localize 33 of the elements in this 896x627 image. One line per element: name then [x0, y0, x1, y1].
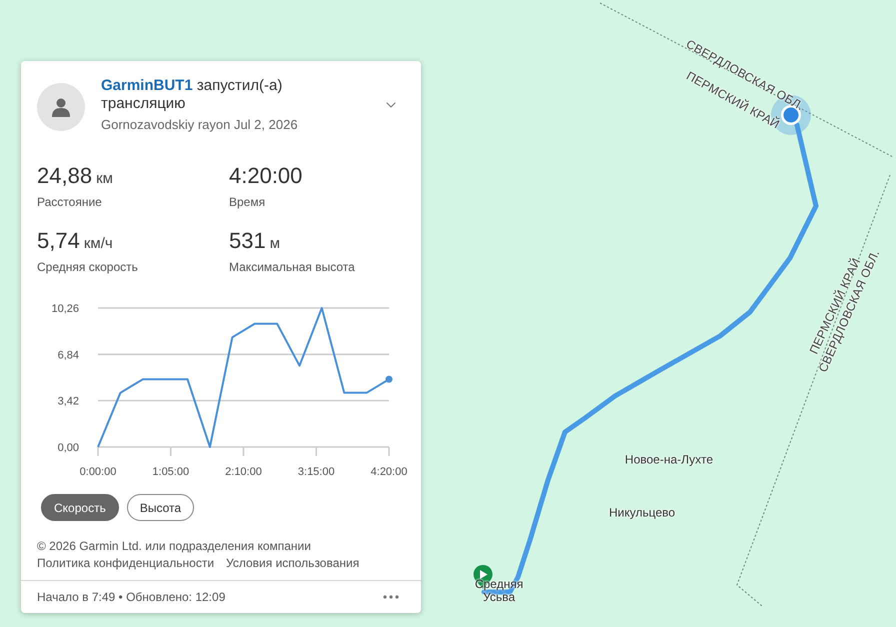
avatar-icon	[37, 83, 85, 131]
stat-label: Время	[229, 194, 266, 210]
y-axis-label: 0,00	[58, 442, 79, 454]
place-label: Никульцево	[608, 506, 676, 520]
stat-value: 4:20:00	[229, 162, 302, 190]
more-icon[interactable]	[383, 595, 399, 599]
x-axis-label: 1:05:00	[152, 466, 190, 478]
y-axis-label: 10,26	[51, 303, 79, 315]
place-label: Новое-на-Лухте	[624, 454, 714, 466]
stat-unit: км	[96, 169, 113, 189]
stat-value: 531	[229, 227, 266, 255]
chart-tab[interactable]: Высота	[126, 494, 194, 521]
status-text: Начало в 7:49 • Обновлено: 12:09	[37, 589, 226, 606]
stat-label: Средняя скорость	[37, 259, 139, 275]
x-axis-label: 4:20:00	[370, 466, 408, 478]
footer-link[interactable]: Условия использования	[226, 555, 360, 572]
y-axis-label: 6,84	[58, 349, 79, 362]
stat-label: Максимальная высота	[229, 259, 356, 275]
stat-label: Расстояние	[37, 194, 103, 210]
location-date: Gornozavodskiy rayon Jul 2, 2026	[101, 116, 299, 134]
x-axis-label: 2:10:00	[225, 466, 262, 478]
stat-value: 24,88	[37, 162, 92, 190]
stat-value: 5,74	[37, 227, 80, 255]
x-axis-label: 0:00:00	[80, 466, 116, 478]
stat-unit: м	[270, 234, 280, 254]
chart-tab[interactable]: Скорость	[41, 494, 119, 521]
stream-title: GarminBUT1 запустил(-а) трансляцию	[101, 77, 284, 113]
last-point-marker-icon	[386, 376, 392, 383]
y-axis-label: 3,42	[58, 396, 79, 408]
copyright-text: © 2026 Garmin Ltd. или подразделения компании	[37, 538, 312, 555]
stat-unit: км/ч	[84, 234, 113, 254]
x-axis-label: 3:15:00	[298, 466, 335, 478]
footer-link[interactable]: Политика конфиденциальности	[37, 555, 214, 572]
